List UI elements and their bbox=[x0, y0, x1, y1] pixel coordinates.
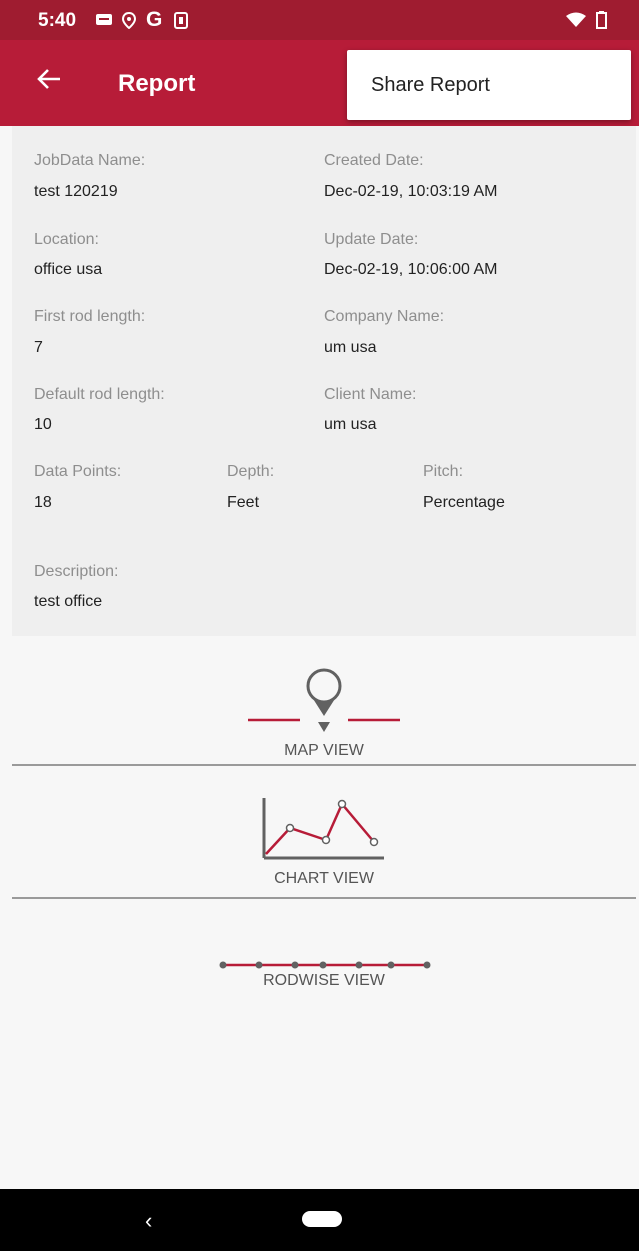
depth-label: Depth: bbox=[227, 463, 275, 480]
report-details: JobData Name: test 120219 Created Date: … bbox=[12, 126, 636, 636]
map-pin-icon bbox=[246, 664, 402, 741]
chart-view-button[interactable]: CHART VIEW bbox=[12, 768, 636, 896]
divider bbox=[12, 897, 636, 899]
status-bar: 5:40 G bbox=[0, 0, 639, 40]
share-report-menu-item[interactable]: Share Report bbox=[371, 74, 490, 97]
google-icon: G bbox=[146, 8, 163, 31]
overflow-menu: Share Report bbox=[347, 50, 631, 120]
first-rod-length-label: First rod length: bbox=[34, 308, 146, 325]
wifi-icon bbox=[566, 12, 586, 33]
divider bbox=[12, 764, 636, 766]
depth-value: Feet bbox=[227, 494, 260, 511]
pitch-label: Pitch: bbox=[423, 463, 464, 480]
job-name-label: JobData Name: bbox=[34, 152, 146, 169]
location-value: office usa bbox=[34, 261, 103, 278]
created-date-value: Dec-02-19, 10:03:19 AM bbox=[324, 183, 498, 200]
nav-home-pill[interactable] bbox=[302, 1211, 342, 1227]
location-label: Location: bbox=[34, 231, 99, 248]
description-label: Description: bbox=[34, 563, 119, 580]
client-name-label: Client Name: bbox=[324, 386, 417, 403]
default-rod-length-label: Default rod length: bbox=[34, 386, 165, 403]
first-rod-length-value: 7 bbox=[34, 339, 43, 356]
phone-icon bbox=[174, 12, 188, 34]
update-date-label: Update Date: bbox=[324, 231, 419, 248]
client-name-value: um usa bbox=[324, 416, 377, 433]
job-name-value: test 120219 bbox=[34, 183, 118, 200]
update-date-value: Dec-02-19, 10:06:00 AM bbox=[324, 261, 498, 278]
location-icon bbox=[121, 11, 137, 34]
data-points-label: Data Points: bbox=[34, 463, 122, 480]
data-points-value: 18 bbox=[34, 494, 52, 511]
line-chart-icon bbox=[260, 798, 388, 869]
chart-view-label: CHART VIEW bbox=[274, 870, 374, 887]
status-time: 5:40 bbox=[38, 10, 77, 31]
created-date-label: Created Date: bbox=[324, 152, 424, 169]
message-icon bbox=[96, 12, 112, 31]
page-title: Report bbox=[118, 70, 196, 97]
company-name-value: um usa bbox=[324, 339, 377, 356]
rodwise-view-button[interactable]: RODWISE VIEW bbox=[12, 900, 636, 1010]
views-section: MAP VIEW CHART VIEW RODWISE VIEW bbox=[12, 636, 636, 1189]
battery-icon bbox=[596, 11, 607, 34]
arrow-back-icon[interactable] bbox=[36, 66, 62, 97]
company-name-label: Company Name: bbox=[324, 308, 445, 325]
map-view-label: MAP VIEW bbox=[284, 742, 364, 759]
nav-back-icon[interactable]: ‹ bbox=[145, 1208, 152, 1234]
rodwise-view-label: RODWISE VIEW bbox=[263, 972, 385, 989]
default-rod-length-value: 10 bbox=[34, 416, 52, 433]
pitch-value: Percentage bbox=[423, 494, 505, 511]
description-value: test office bbox=[34, 593, 103, 610]
map-view-button[interactable]: MAP VIEW bbox=[12, 636, 636, 764]
system-nav-bar: ‹ bbox=[0, 1189, 639, 1251]
